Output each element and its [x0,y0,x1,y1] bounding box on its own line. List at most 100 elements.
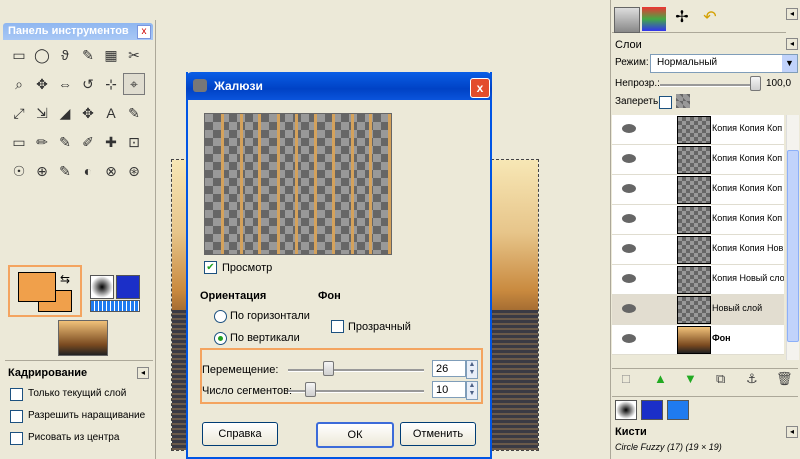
allow-growing-label: Разрешить наращивание [28,410,146,421]
tool-button-8[interactable]: ⇔ [54,73,76,95]
tool-button-22[interactable]: ✚ [100,131,122,153]
visibility-eye-icon[interactable] [622,334,636,343]
mode-dropdown[interactable]: Нормальный ▼ [650,54,798,73]
visibility-eye-icon[interactable] [622,214,636,223]
transparent-checkbox[interactable] [331,320,344,333]
layers-menu-icon[interactable]: ◂ [786,38,798,50]
preview-checkbox[interactable]: ✔ [204,261,217,274]
layer-row[interactable]: Копия Копия Коп [612,115,784,145]
tool-button-25[interactable]: ⊕ [31,160,53,182]
tool-button-10[interactable]: ⊹ [100,73,122,95]
segments-slider-thumb[interactable] [304,382,316,397]
displacement-slider-thumb[interactable] [323,361,335,376]
layer-row[interactable]: Копия Новый сло [612,265,784,295]
tool-button-7[interactable]: ✥ [31,73,53,95]
visibility-eye-icon[interactable] [622,274,636,283]
tool-button-29[interactable]: ⊛ [123,160,145,182]
only-current-layer-checkbox[interactable] [10,388,23,401]
undo-history-tab-icon[interactable]: ↶ [698,7,722,31]
tool-button-23[interactable]: ⊡ [123,131,145,153]
tool-button-12[interactable]: ⤢ [8,102,30,124]
expand-from-center-checkbox[interactable] [10,432,23,445]
opacity-value[interactable]: 100,0 [766,78,791,89]
anchor-layer-icon[interactable]: ⚓ [746,371,758,387]
toolbox-close-button[interactable]: x [137,25,151,39]
tool-button-26[interactable]: ✎ [54,160,76,182]
tool-button-21[interactable]: ✐ [77,131,99,153]
layer-row[interactable]: Фон [612,325,784,355]
tool-button-3[interactable]: ✎ [77,44,99,66]
layer-row[interactable]: Копия Копия Коп [612,205,784,235]
layer-thumbnail [677,296,711,324]
delete-layer-icon[interactable]: 🗑 [776,371,793,387]
opacity-slider[interactable] [660,84,756,87]
tool-button-2[interactable]: ϑ [54,44,76,66]
active-image-thumbnail[interactable] [58,320,108,356]
layer-row[interactable]: Копия Копия Нов [612,235,784,265]
horizontal-radio[interactable] [214,310,227,323]
segments-spinner[interactable]: ▲ ▼ [466,381,478,400]
tool-button-27[interactable]: ◐ [77,160,99,182]
layer-row[interactable]: Копия Копия Коп [612,145,784,175]
gradient-preview[interactable] [90,300,140,312]
tool-button-24[interactable]: ☉ [8,160,30,182]
tool-button-13[interactable]: ⇲ [31,102,53,124]
tool-button-5[interactable]: ✂ [123,44,145,66]
tool-button-28[interactable]: ⊗ [100,160,122,182]
tool-button-16[interactable]: A [100,102,122,124]
visibility-eye-icon[interactable] [622,124,636,133]
duplicate-layer-icon[interactable]: ⧉ [716,371,725,387]
paths-tab-icon[interactable]: ✢ [670,7,694,31]
tool-button-19[interactable]: ✏ [31,131,53,153]
lock-alpha-checkbox[interactable] [659,96,672,109]
tool-button-14[interactable]: ◢ [54,102,76,124]
lower-layer-icon[interactable]: ▼ [684,371,697,386]
layer-row[interactable]: Новый слой [612,295,784,325]
cancel-button[interactable]: Отменить [400,422,476,446]
layers-tab-icon[interactable] [614,7,640,33]
help-button[interactable]: Справка [202,422,278,446]
opacity-label: Непрозр.: [615,78,660,89]
vertical-radio[interactable] [214,332,227,345]
visibility-eye-icon[interactable] [622,184,636,193]
tool-button-20[interactable]: ✎ [54,131,76,153]
visibility-eye-icon[interactable] [622,154,636,163]
gradients-tab-icon[interactable] [667,400,689,420]
tool-button-0[interactable]: ▭ [8,44,30,66]
tool-options-menu-icon[interactable]: ◂ [137,367,149,379]
visibility-eye-icon[interactable] [622,244,636,253]
new-layer-icon[interactable]: □ [622,371,630,386]
displacement-spinner[interactable]: ▲ ▼ [466,360,478,379]
layer-row[interactable]: Копия Копия Коп [612,175,784,205]
layer-name: Копия Копия Коп [712,153,783,163]
chevron-down-icon[interactable]: ▼ [782,55,797,72]
segments-input[interactable]: 10 [432,381,466,398]
layer-name: Новый слой [712,303,763,313]
brush-preview[interactable] [90,275,114,299]
raise-layer-icon[interactable]: ▲ [654,371,667,386]
pattern-preview[interactable] [116,275,140,299]
swap-colors-icon[interactable]: ⇆ [60,272,70,286]
foreground-color-swatch[interactable] [18,272,56,302]
tool-button-18[interactable]: ▭ [8,131,30,153]
tool-button-17[interactable]: ✎ [123,102,145,124]
brushes-menu-icon[interactable]: ◂ [786,426,798,438]
tool-button-11[interactable]: ⌖ [123,73,145,95]
ok-button[interactable]: ОК [316,422,394,448]
patterns-tab-icon[interactable] [641,400,663,420]
tool-button-9[interactable]: ↺ [77,73,99,95]
tool-button-4[interactable]: ▦ [100,44,122,66]
displacement-input[interactable]: 26 [432,360,466,377]
tool-button-6[interactable]: ⌕ [8,73,30,95]
allow-growing-checkbox[interactable] [10,410,23,423]
tool-button-15[interactable]: ✥ [77,102,99,124]
channels-tab-icon[interactable] [642,7,666,31]
displacement-slider[interactable] [288,369,424,372]
opacity-slider-thumb[interactable] [750,76,761,91]
layers-scrollbar-thumb[interactable] [787,150,799,342]
dock-menu-icon[interactable]: ◂ [786,8,798,20]
brushes-tab-icon[interactable] [615,400,637,420]
tool-button-1[interactable]: ◯ [31,44,53,66]
dialog-close-button[interactable]: x [470,78,490,98]
visibility-eye-icon[interactable] [622,304,636,313]
